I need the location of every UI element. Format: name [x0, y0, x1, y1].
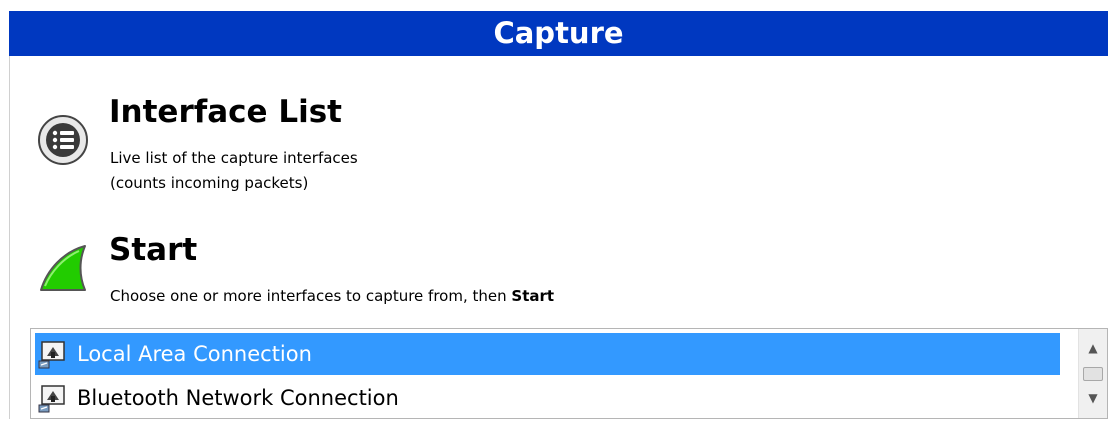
interface-listbox[interactable]: Local Area Connection Bluetooth Network …: [30, 328, 1108, 419]
interface-list-description: Live list of the capture interfaces (cou…: [110, 146, 358, 196]
scrollbar-thumb[interactable]: [1083, 367, 1103, 381]
interface-row-bluetooth[interactable]: Bluetooth Network Connection: [35, 377, 1060, 419]
start-desc-bold: Start: [511, 287, 555, 305]
start-description: Choose one or more interfaces to capture…: [110, 284, 554, 309]
shark-fin-icon[interactable]: [37, 240, 93, 296]
scroll-down-arrow-icon[interactable]: ▼: [1079, 387, 1107, 409]
start-desc-text: Choose one or more interfaces to capture…: [110, 287, 512, 305]
scroll-up-arrow-icon[interactable]: ▲: [1079, 337, 1107, 359]
interface-label: Local Area Connection: [77, 342, 312, 366]
interface-label: Bluetooth Network Connection: [77, 386, 399, 410]
capture-header: Capture: [9, 11, 1108, 56]
network-adapter-icon: [38, 341, 68, 369]
interface-list-desc-line1: Live list of the capture interfaces: [110, 149, 358, 167]
start-link[interactable]: Start: [109, 232, 197, 268]
interface-row-local-area[interactable]: Local Area Connection: [35, 333, 1060, 375]
network-adapter-icon: [38, 385, 68, 413]
interface-list-link[interactable]: Interface List: [109, 94, 342, 130]
list-icon[interactable]: [37, 114, 89, 166]
vertical-scrollbar[interactable]: ▲ ▼: [1078, 329, 1107, 418]
interface-list-desc-line2: (counts incoming packets): [110, 174, 309, 192]
